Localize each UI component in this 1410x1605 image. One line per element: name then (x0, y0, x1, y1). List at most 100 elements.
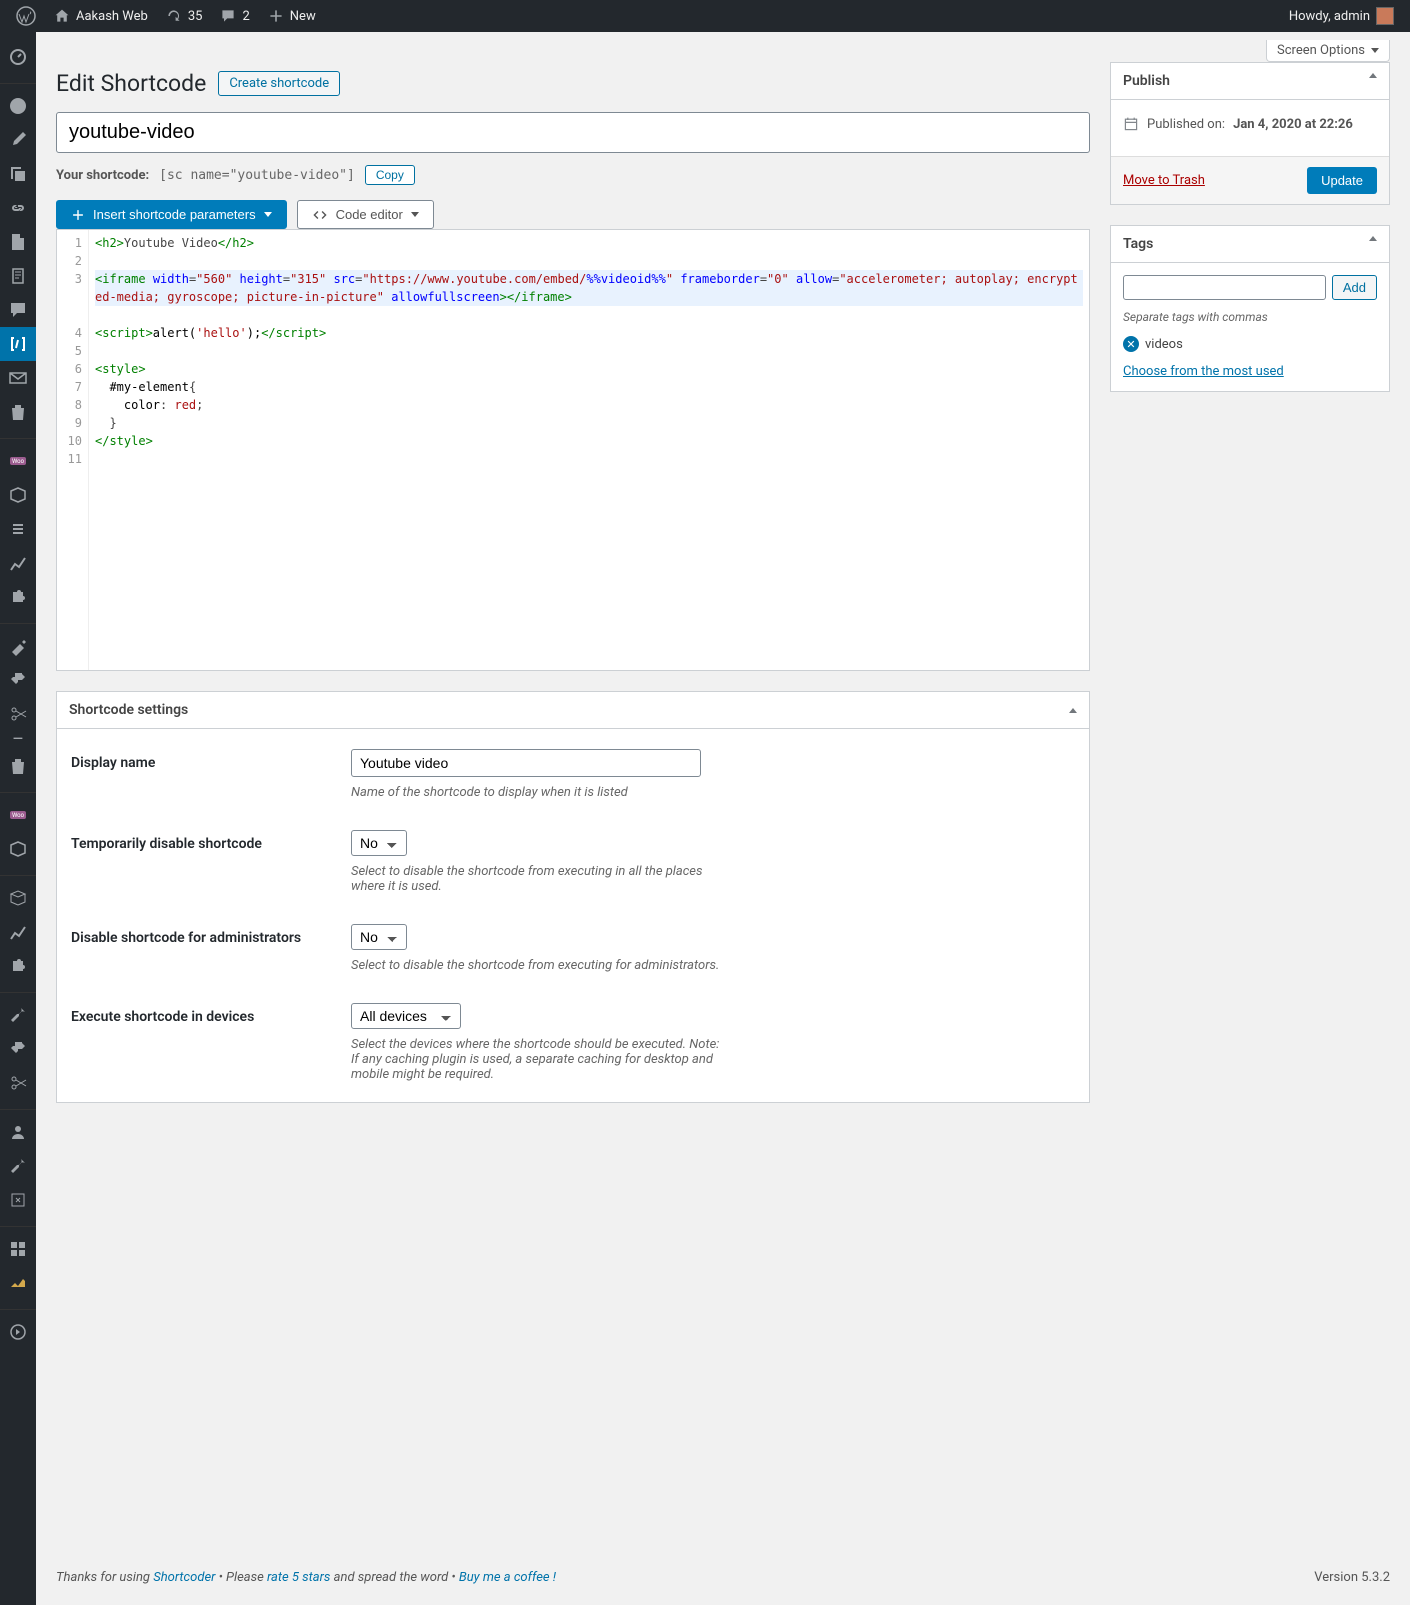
chevron-down-icon (264, 212, 272, 217)
comments-link[interactable]: 2 (212, 0, 257, 32)
code-icon (312, 208, 328, 222)
calendar-icon (1123, 116, 1139, 132)
menu-links[interactable] (0, 191, 36, 225)
menu-box[interactable] (0, 832, 36, 866)
rate-link[interactable]: rate 5 stars (267, 1570, 330, 1585)
tags-help: Separate tags with commas (1123, 310, 1377, 324)
menu-cut[interactable] (0, 697, 36, 731)
site-name: Aakash Web (76, 9, 148, 24)
menu-dashboard[interactable] (0, 40, 36, 74)
devices-select[interactable]: All devices (351, 1003, 461, 1029)
tags-toggle[interactable]: Tags (1111, 226, 1389, 263)
menu-trash[interactable] (0, 395, 36, 429)
site-link[interactable]: Aakash Web (46, 0, 156, 32)
chevron-up-icon (1069, 708, 1077, 713)
tags-box: Tags Add Separate tags with commas ✕ vid… (1110, 225, 1390, 392)
admin-sidebar: Woo – Woo (0, 32, 36, 1605)
copy-button[interactable]: Copy (365, 165, 415, 185)
menu-item1[interactable] (0, 512, 36, 546)
menu-puzzle[interactable] (0, 580, 36, 614)
shortcoder-link[interactable]: Shortcoder (153, 1570, 215, 1585)
howdy-link[interactable]: Howdy, admin (1281, 0, 1402, 32)
menu-export[interactable] (0, 1183, 36, 1217)
display-name-label: Display name (71, 749, 351, 800)
settings-panel-toggle[interactable]: Shortcode settings (57, 692, 1089, 729)
publish-toggle[interactable]: Publish (1111, 63, 1389, 100)
shortcode-code: [sc name="youtube-video"] (159, 168, 355, 183)
publish-box: Publish Published on: Jan 4, 2020 at 22:… (1110, 62, 1390, 205)
menu-woo[interactable]: Woo (0, 444, 36, 478)
choose-tags-link[interactable]: Choose from the most used (1123, 364, 1284, 379)
menu-pages[interactable] (0, 225, 36, 259)
admin-bar: Aakash Web 35 2 New Howdy, admin (0, 0, 1410, 32)
temp-disable-label: Temporarily disable shortcode (71, 830, 351, 894)
menu-plugins[interactable] (0, 663, 36, 697)
menu-pages2[interactable] (0, 259, 36, 293)
temp-disable-select[interactable]: No (351, 830, 407, 856)
menu-cut2[interactable] (0, 1066, 36, 1100)
tag-chip: ✕ videos (1123, 336, 1377, 352)
avatar (1376, 7, 1394, 25)
menu-woo2[interactable]: Woo (0, 798, 36, 832)
menu-tools[interactable] (0, 998, 36, 1032)
disable-admin-select[interactable]: No (351, 924, 407, 950)
devices-label: Execute shortcode in devices (71, 1003, 351, 1082)
menu-trash2[interactable] (0, 749, 36, 783)
code-content[interactable]: <h2>Youtube Video</h2> <iframe width="56… (89, 230, 1089, 670)
menu-collapse[interactable] (0, 1315, 36, 1349)
menu-mail[interactable] (0, 361, 36, 395)
remove-tag-button[interactable]: ✕ (1123, 336, 1139, 352)
chevron-down-icon (1371, 48, 1379, 53)
menu-appearance[interactable] (0, 629, 36, 663)
display-name-input[interactable] (351, 749, 701, 777)
menu-comments[interactable] (0, 293, 36, 327)
menu-grid[interactable] (0, 1232, 36, 1266)
menu-posts[interactable] (0, 123, 36, 157)
code-editor[interactable]: 1234567891011 <h2>Youtube Video</h2> <if… (56, 229, 1090, 671)
disable-admin-help: Select to disable the shortcode from exe… (351, 958, 721, 973)
menu-analytics[interactable] (0, 546, 36, 580)
menu-users[interactable] (0, 1115, 36, 1149)
updates-count: 35 (188, 9, 203, 24)
add-tag-button[interactable]: Add (1332, 275, 1377, 300)
howdy-text: Howdy, admin (1289, 9, 1370, 24)
svg-text:Woo: Woo (12, 458, 25, 465)
updates-link[interactable]: 35 (158, 0, 211, 32)
menu-cube[interactable] (0, 881, 36, 915)
menu-shortcoder[interactable] (0, 327, 36, 361)
menu-collapse-sep[interactable]: – (0, 731, 36, 749)
move-to-trash-link[interactable]: Move to Trash (1123, 173, 1205, 188)
published-label: Published on: (1147, 117, 1225, 132)
menu-puzzle2[interactable] (0, 949, 36, 983)
menu-jetpack[interactable] (0, 89, 36, 123)
temp-disable-help: Select to disable the shortcode from exe… (351, 864, 721, 894)
screen-options-button[interactable]: Screen Options (1266, 40, 1390, 62)
menu-products[interactable] (0, 478, 36, 512)
code-editor-button[interactable]: Code editor (297, 200, 434, 229)
new-label: New (290, 9, 316, 24)
menu-gold[interactable] (0, 1266, 36, 1300)
menu-plug[interactable] (0, 1032, 36, 1066)
published-date: Jan 4, 2020 at 22:26 (1233, 117, 1353, 132)
create-shortcode-button[interactable]: Create shortcode (218, 71, 340, 96)
new-link[interactable]: New (260, 0, 324, 32)
menu-media[interactable] (0, 157, 36, 191)
chevron-up-icon (1369, 236, 1377, 241)
page-title: Edit Shortcode Create shortcode (56, 70, 1090, 97)
footer: Thanks for using Shortcoder • Please rat… (36, 1558, 1410, 1605)
coffee-link[interactable]: Buy me a coffee ! (459, 1570, 556, 1585)
disable-admin-label: Disable shortcode for administrators (71, 924, 351, 973)
insert-params-button[interactable]: Insert shortcode parameters (56, 200, 287, 229)
menu-settings[interactable] (0, 1149, 36, 1183)
update-button[interactable]: Update (1307, 167, 1377, 194)
wp-logo[interactable] (8, 0, 44, 32)
shortcode-title-input[interactable] (56, 112, 1090, 153)
display-name-help: Name of the shortcode to display when it… (351, 785, 721, 800)
tag-chip-label: videos (1145, 337, 1183, 352)
menu-chart[interactable] (0, 915, 36, 949)
plus-icon (71, 208, 85, 222)
your-shortcode-label: Your shortcode: (56, 168, 149, 183)
settings-panel: Shortcode settings Display name Name of … (56, 691, 1090, 1103)
tag-input[interactable] (1123, 275, 1326, 300)
comments-count: 2 (242, 9, 249, 24)
